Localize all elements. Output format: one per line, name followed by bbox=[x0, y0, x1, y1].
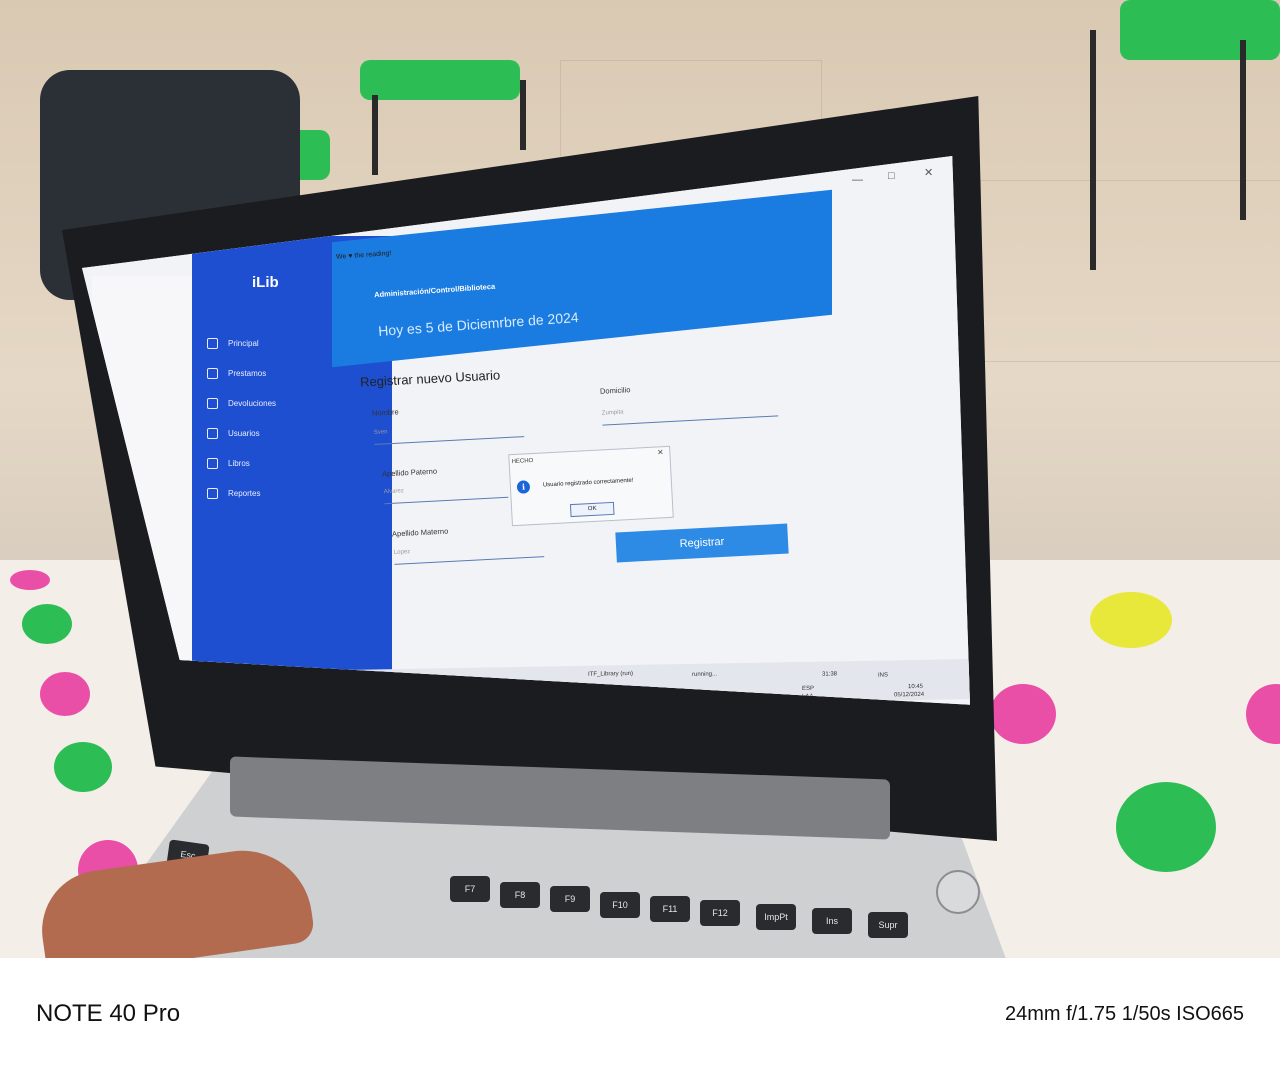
calendar-icon bbox=[207, 368, 218, 379]
taskbar-mode: INS bbox=[878, 672, 889, 679]
library-icon bbox=[207, 458, 218, 469]
yellow-dot bbox=[1090, 592, 1172, 648]
domicilio-label: Domicilio bbox=[599, 385, 631, 396]
chair-leg bbox=[372, 95, 378, 175]
report-icon bbox=[207, 488, 218, 499]
key-f8[interactable]: F8 bbox=[500, 882, 540, 908]
home-icon bbox=[207, 338, 218, 349]
sidebar-item-label: Devoluciones bbox=[228, 399, 277, 408]
book-icon bbox=[207, 398, 218, 409]
sidebar-item-principal[interactable]: Principal bbox=[207, 338, 259, 349]
chair-leg bbox=[1240, 40, 1246, 220]
minimize-icon[interactable]: — bbox=[852, 174, 863, 186]
sidebar-item-label: Libros bbox=[228, 459, 250, 468]
chair-leg bbox=[520, 80, 526, 150]
chair-leg bbox=[1090, 30, 1096, 270]
pink-dot bbox=[10, 570, 50, 590]
taskbar-time: 10:45 bbox=[908, 683, 924, 691]
users-icon bbox=[207, 428, 218, 439]
key-ins[interactable]: Ins bbox=[812, 908, 852, 934]
success-dialog: HECHO × i Usuario registrado correctamen… bbox=[508, 445, 674, 527]
key-supr[interactable]: Supr bbox=[868, 912, 908, 938]
sidebar-item-label: Principal bbox=[228, 339, 259, 348]
key-imppt[interactable]: ImpPt bbox=[756, 904, 796, 930]
sidebar-item-usuarios[interactable]: Usuarios bbox=[207, 428, 260, 439]
taskbar-date: 05/12/2024 bbox=[894, 691, 925, 699]
sidebar-item-libros[interactable]: Libros bbox=[207, 458, 250, 469]
pink-dot bbox=[40, 672, 90, 716]
key-f11[interactable]: F11 bbox=[650, 896, 690, 922]
key-f12[interactable]: F12 bbox=[700, 900, 740, 926]
green-chair-seat bbox=[1120, 0, 1280, 60]
green-dot bbox=[54, 742, 112, 792]
green-dot bbox=[1116, 782, 1216, 872]
taskbar-status: running... bbox=[692, 671, 718, 678]
key-f7[interactable]: F7 bbox=[450, 876, 490, 902]
floor-tile bbox=[980, 180, 1280, 362]
taskbar-cursor: 31:38 bbox=[822, 671, 838, 678]
maximize-icon[interactable]: □ bbox=[888, 170, 895, 182]
power-button[interactable] bbox=[936, 870, 980, 914]
nombre-label: Nombre bbox=[371, 407, 399, 418]
dialog-ok-button[interactable]: OK bbox=[569, 501, 615, 518]
photo: Esc F11 F12 ImpPt Ins Supr F10 F9 F8 F7 … bbox=[0, 0, 1280, 958]
info-icon: i bbox=[516, 480, 531, 494]
taskbar-lang-top: ESP bbox=[802, 685, 815, 692]
sidebar-item-label: Usuarios bbox=[228, 429, 260, 438]
camera-settings: 24mm f/1.75 1/50s ISO665 bbox=[1004, 1003, 1244, 1025]
dialog-message: Usuario registrado correctamente! bbox=[542, 477, 634, 489]
key-f10[interactable]: F10 bbox=[600, 892, 640, 918]
sidebar-item-label: Prestamos bbox=[228, 369, 267, 378]
key-f9[interactable]: F9 bbox=[550, 886, 590, 912]
taskbar-project: ITF_Library (run) bbox=[588, 670, 634, 678]
sidebar-item-label: Reportes bbox=[228, 489, 261, 498]
dialog-title: HECHO bbox=[511, 457, 534, 466]
sidebar-item-prestamos[interactable]: Prestamos bbox=[207, 368, 266, 379]
close-icon[interactable]: ✕ bbox=[924, 166, 933, 179]
dialog-close-icon[interactable]: × bbox=[657, 447, 663, 458]
pink-dot bbox=[990, 684, 1056, 744]
camera-device-name: NOTE 40 Pro bbox=[36, 1000, 181, 1027]
sidebar-item-devoluciones[interactable]: Devoluciones bbox=[207, 398, 276, 409]
sidebar-item-reportes[interactable]: Reportes bbox=[207, 488, 260, 499]
green-chair-seat bbox=[360, 60, 520, 100]
app-brand: iLib bbox=[252, 274, 279, 291]
green-dot bbox=[22, 604, 72, 644]
